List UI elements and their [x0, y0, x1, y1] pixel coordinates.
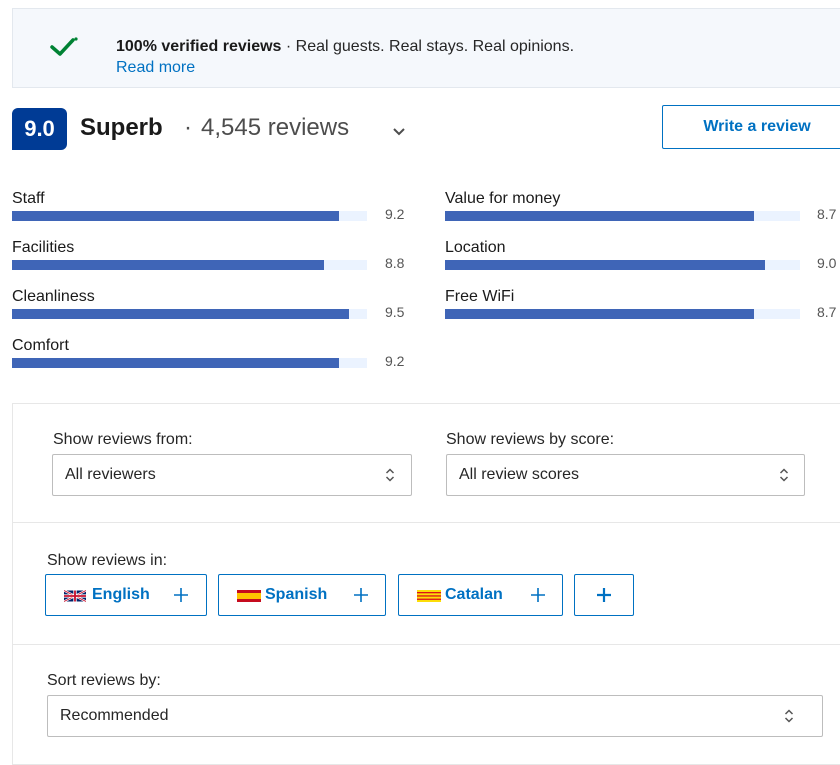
category-score: 8.7	[817, 206, 837, 222]
banner-bold-text: 100% verified reviews	[116, 38, 282, 55]
category-bar-fill	[12, 211, 339, 221]
uk-flag-icon	[64, 590, 86, 602]
language-label: Catalan	[445, 586, 503, 603]
language-label: Spanish	[265, 586, 328, 603]
category-bar-track	[445, 260, 800, 270]
category-label: Location	[445, 239, 506, 256]
reviews-from-label: Show reviews from:	[53, 431, 193, 448]
category-score: 8.8	[385, 255, 405, 271]
add-language-button[interactable]	[574, 574, 634, 616]
category-bar-track	[12, 309, 367, 319]
category-bar-track	[12, 211, 367, 221]
spain-flag-icon	[237, 590, 261, 602]
category-label: Free WiFi	[445, 288, 515, 305]
language-button-spanish[interactable]: Spanish	[218, 574, 386, 616]
plus-icon	[531, 588, 545, 602]
category-score: 9.2	[385, 206, 405, 222]
category-label: Staff	[12, 190, 45, 207]
plus-icon	[174, 588, 188, 602]
checkmark-icon	[50, 37, 78, 56]
category-bar-track	[12, 358, 367, 368]
language-button-catalan[interactable]: Catalan	[398, 574, 563, 616]
category-bar-track	[12, 260, 367, 270]
category-label: Comfort	[12, 337, 69, 354]
category-bar-track	[445, 211, 800, 221]
category-bar-fill	[445, 211, 754, 221]
sort-select[interactable]: Recommended	[47, 695, 823, 737]
review-score-value: All review scores	[459, 466, 580, 483]
category-score: 9.0	[817, 255, 837, 271]
review-score-select[interactable]: All review scores	[446, 454, 805, 496]
category-label: Facilities	[12, 239, 75, 256]
review-count[interactable]: 4,545 reviews	[201, 114, 349, 142]
category-bar-track	[445, 309, 800, 319]
chevron-down-icon[interactable]	[393, 128, 405, 136]
score-separator: ·	[184, 114, 192, 141]
category-bar-fill	[445, 309, 754, 319]
language-label: English	[92, 586, 150, 603]
reviewer-type-select[interactable]: All reviewers	[52, 454, 412, 496]
category-bar-fill	[12, 309, 350, 319]
reviews-by-score-label: Show reviews by score:	[446, 431, 615, 448]
category-score: 8.7	[817, 304, 837, 320]
sort-value: Recommended	[60, 707, 169, 724]
category-score: 9.2	[385, 353, 405, 369]
score-badge: 9.0	[12, 108, 67, 150]
up-down-chevron-icon	[779, 468, 789, 482]
category-bar-fill	[12, 358, 339, 368]
write-review-button[interactable]: Write a review	[662, 105, 840, 149]
reviewer-type-value: All reviewers	[65, 466, 156, 483]
banner-rest-text: · Real guests. Real stays. Real opinions…	[281, 38, 575, 55]
reviews-in-label: Show reviews in:	[47, 552, 168, 569]
category-bar-fill	[445, 260, 765, 270]
sort-by-label: Sort reviews by:	[47, 672, 161, 689]
score-word: Superb	[80, 114, 163, 141]
category-score: 9.5	[385, 304, 405, 320]
language-button-english[interactable]: English	[45, 574, 207, 616]
category-label: Value for money	[445, 190, 561, 207]
up-down-chevron-icon	[784, 709, 794, 723]
section-divider	[13, 644, 840, 645]
read-more-link[interactable]: Read more	[116, 59, 195, 77]
category-label: Cleanliness	[12, 288, 95, 305]
catalonia-flag-icon	[417, 590, 441, 602]
plus-icon	[354, 588, 368, 602]
plus-icon	[597, 588, 611, 602]
verified-banner: 100% verified reviews · Real guests. Rea…	[12, 8, 840, 88]
banner-message: 100% verified reviews · Real guests. Rea…	[116, 37, 574, 57]
section-divider	[13, 522, 840, 523]
category-bar-fill	[12, 260, 325, 270]
up-down-chevron-icon	[385, 468, 395, 482]
